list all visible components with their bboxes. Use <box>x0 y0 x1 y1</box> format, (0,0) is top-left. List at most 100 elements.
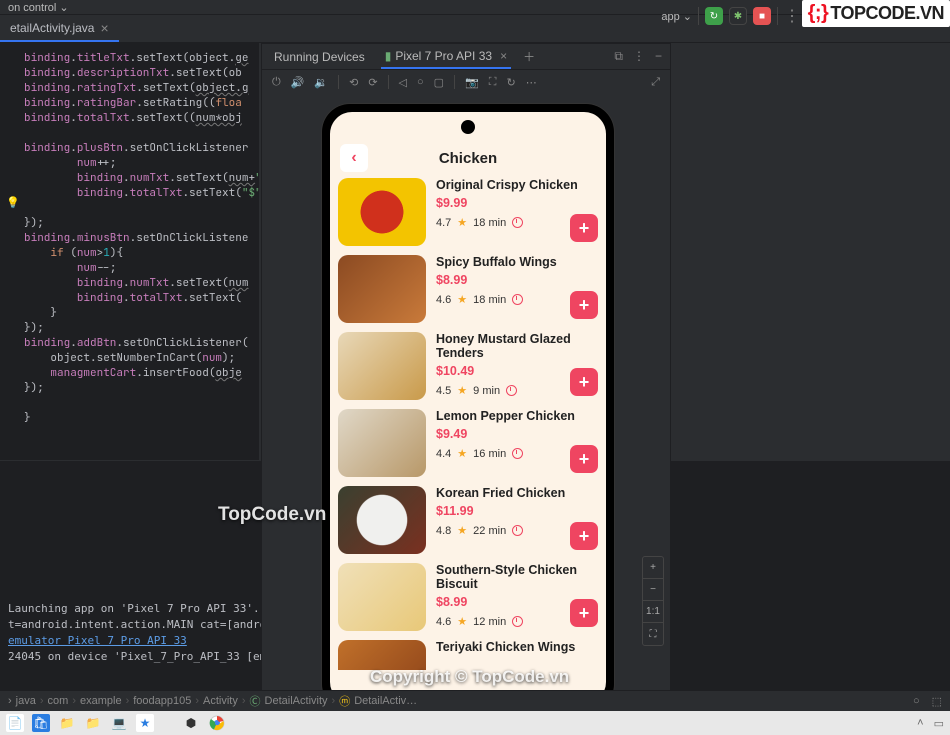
rating-value: 4.4 <box>436 448 451 460</box>
food-row[interactable]: Korean Fried Chicken$11.994.8★22 min+ <box>338 486 598 554</box>
food-row[interactable]: Southern-Style Chicken Biscuit$8.994.6★1… <box>338 563 598 631</box>
emulator-tab-running[interactable]: Running Devices <box>270 44 369 69</box>
camera-notch <box>461 120 475 134</box>
star-icon: ★ <box>457 447 467 460</box>
power-icon[interactable]: ⏻ <box>272 76 281 89</box>
record-icon[interactable]: ↻ <box>506 76 515 89</box>
close-tab-icon[interactable]: × <box>500 49 507 63</box>
add-button[interactable]: + <box>570 368 598 396</box>
close-tab-icon[interactable]: × <box>100 20 108 36</box>
add-button[interactable]: + <box>570 599 598 627</box>
rating-value: 4.6 <box>436 294 451 306</box>
food-title: Spicy Buffalo Wings <box>436 255 598 269</box>
food-row[interactable]: Spicy Buffalo Wings$8.994.6★18 min+ <box>338 255 598 323</box>
version-control-dropdown[interactable]: on control ⌄ <box>8 1 69 14</box>
bc-sep: › <box>8 695 12 707</box>
tray-chevron-icon[interactable]: ˄ <box>917 717 923 730</box>
page-title: Chicken <box>439 150 497 167</box>
clock-icon <box>506 385 517 396</box>
minimize-icon[interactable]: − <box>655 49 662 64</box>
time-value: 18 min <box>473 217 506 229</box>
add-tab-icon[interactable]: ＋ <box>523 48 535 65</box>
rotate-right-icon[interactable]: ⟳ <box>368 76 377 89</box>
bc-item[interactable]: java <box>16 695 36 707</box>
food-title: Honey Mustard Glazed Tenders <box>436 332 598 360</box>
tray-icon[interactable]: ▭ <box>934 717 944 730</box>
add-button[interactable]: + <box>570 291 598 319</box>
star-icon: ★ <box>457 615 467 628</box>
volume-down-icon[interactable]: 🔉 <box>314 76 328 89</box>
expand-icon[interactable]: ⤢ <box>651 76 660 89</box>
bc-item[interactable]: com <box>48 695 69 707</box>
window-icon[interactable]: ⧉ <box>614 49 623 64</box>
add-button[interactable]: + <box>570 214 598 242</box>
bc-item[interactable]: DetailActiv… <box>354 695 417 707</box>
bc-item[interactable]: example <box>80 695 122 707</box>
separator <box>454 75 455 89</box>
taskbar-explorer-icon[interactable]: 📁 <box>84 714 102 732</box>
bc-item[interactable]: Activity <box>203 695 238 707</box>
editor-file-tab[interactable]: etailActivity.java × <box>0 15 119 42</box>
refresh-button[interactable]: ↻ <box>705 7 723 25</box>
taskbar-app-icon[interactable]: 🛍 <box>32 714 50 732</box>
code-content: binding.titleTxt.setText(object.ge bindi… <box>24 51 259 426</box>
star-icon: ★ <box>457 293 467 306</box>
emulator-tab-label: Pixel 7 Pro API 33 <box>395 49 492 63</box>
taskbar-app-icon[interactable]: 💻 <box>110 714 128 732</box>
emulator-tab-device[interactable]: ▮ Pixel 7 Pro API 33 × <box>381 44 511 69</box>
food-title: Lemon Pepper Chicken <box>436 409 598 423</box>
add-button[interactable]: + <box>570 445 598 473</box>
food-title: Teriyaki Chicken Wings <box>436 640 598 654</box>
taskbar-app-icon[interactable]: ★ <box>136 714 154 732</box>
zoom-out-button[interactable]: − <box>643 579 663 601</box>
home-icon[interactable]: ○ <box>417 76 424 88</box>
food-thumbnail <box>338 255 426 323</box>
stop-button[interactable]: ■ <box>753 7 771 25</box>
food-thumbnail <box>338 563 426 631</box>
food-thumbnail <box>338 486 426 554</box>
more-icon[interactable]: ⋮ <box>784 6 800 26</box>
rating-value: 4.5 <box>436 385 451 397</box>
food-row[interactable]: Teriyaki Chicken Wings <box>338 640 598 670</box>
taskbar-explorer-icon[interactable]: 📁 <box>58 714 76 732</box>
back-icon[interactable]: ◁ <box>399 76 407 89</box>
food-title: Original Crispy Chicken <box>436 178 598 192</box>
add-button[interactable]: + <box>570 522 598 550</box>
camera-icon[interactable]: 📷 <box>465 76 479 89</box>
overflow-icon[interactable]: ⋯ <box>526 76 537 89</box>
taskbar-app-icon[interactable]: 📄 <box>6 714 24 732</box>
topcode-logo: {;} TOPCODE.VN <box>802 0 950 27</box>
food-list[interactable]: Original Crispy Chicken$9.994.7★18 min+S… <box>330 178 606 704</box>
bulb-icon[interactable]: 💡 <box>6 196 20 209</box>
zoom-fit-button[interactable]: ⛶ <box>643 623 663 645</box>
clock-icon <box>512 448 523 459</box>
overview-icon[interactable]: ▢ <box>434 76 444 89</box>
back-button[interactable]: ‹ <box>340 144 368 172</box>
taskbar-app-icon[interactable]: ⬢ <box>182 714 200 732</box>
separator <box>388 75 389 89</box>
volume-up-icon[interactable]: 🔊 <box>291 76 305 89</box>
taskbar-chrome-icon[interactable] <box>208 714 226 732</box>
zoom-in-button[interactable]: + <box>643 557 663 579</box>
clock-icon <box>512 217 523 228</box>
more-icon[interactable]: ⋮ <box>633 49 645 64</box>
food-row[interactable]: Honey Mustard Glazed Tenders$10.494.5★9 … <box>338 332 598 400</box>
zoom-ratio-button[interactable]: 1:1 <box>643 601 663 623</box>
run-target-dropdown[interactable]: app ⌄ <box>661 10 692 23</box>
debug-button[interactable]: ✱ <box>729 7 747 25</box>
time-value: 16 min <box>473 448 506 460</box>
rotate-left-icon[interactable]: ⟲ <box>349 76 358 89</box>
device-screen[interactable]: ‹ Chicken Original Crispy Chicken$9.994.… <box>330 112 606 704</box>
screenshot-icon[interactable]: ⛶ <box>489 76 497 89</box>
bc-item[interactable]: foodapp105 <box>133 695 191 707</box>
rating-value: 4.7 <box>436 217 451 229</box>
food-row[interactable]: Lemon Pepper Chicken$9.494.4★16 min+ <box>338 409 598 477</box>
status-indicator: ○ <box>913 695 920 707</box>
code-editor[interactable]: 💡 binding.titleTxt.setText(object.ge bin… <box>0 43 260 460</box>
food-row[interactable]: Original Crispy Chicken$9.994.7★18 min+ <box>338 178 598 246</box>
file-tab-label: etailActivity.java <box>10 21 94 35</box>
food-thumbnail <box>338 178 426 246</box>
food-title: Southern-Style Chicken Biscuit <box>436 563 598 591</box>
bc-item[interactable]: DetailActivity <box>265 695 328 707</box>
time-value: 18 min <box>473 294 506 306</box>
